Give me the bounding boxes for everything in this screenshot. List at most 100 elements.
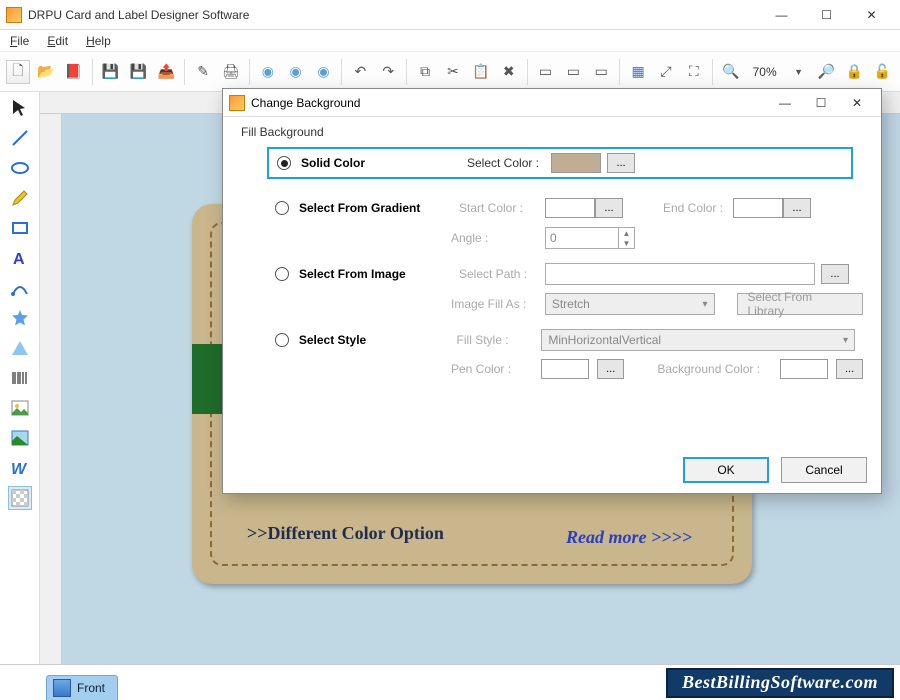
edit-icon[interactable]: ✎: [191, 60, 215, 84]
lock-icon[interactable]: 🔒: [842, 60, 866, 84]
start-color-browse-button[interactable]: ...: [595, 198, 623, 218]
open-red-icon[interactable]: 📕: [62, 60, 86, 84]
layer-icon-3[interactable]: ▭: [589, 60, 613, 84]
grid-icon[interactable]: ▦: [626, 60, 650, 84]
export-icon[interactable]: 📤: [154, 60, 178, 84]
paste-icon[interactable]: 📋: [469, 60, 493, 84]
rectangle-icon[interactable]: [8, 216, 32, 240]
ok-button[interactable]: OK: [683, 457, 769, 483]
zoom-in-icon[interactable]: 🔍: [719, 60, 743, 84]
separator: [341, 59, 342, 85]
end-color-swatch[interactable]: [733, 198, 783, 218]
db-icon-3[interactable]: ◉: [312, 60, 336, 84]
arc-icon[interactable]: [8, 276, 32, 300]
zoom-out-icon[interactable]: 🔎: [815, 60, 839, 84]
pen-color-swatch[interactable]: [541, 359, 589, 379]
select-library-button[interactable]: Select From Library: [737, 293, 864, 315]
radio-gradient[interactable]: [275, 201, 289, 215]
close-button[interactable]: ✕: [849, 1, 894, 29]
tab-front-label: Front: [77, 681, 105, 695]
menu-edit[interactable]: Edit: [47, 34, 68, 48]
picture-icon[interactable]: [8, 396, 32, 420]
angle-label: Angle :: [451, 231, 537, 245]
window-titlebar: DRPU Card and Label Designer Software — …: [0, 0, 900, 30]
style-label: Select Style: [299, 333, 457, 347]
change-background-dialog: Change Background — ☐ ✕ Fill Background …: [222, 88, 882, 494]
size-icon[interactable]: ⤢: [654, 60, 678, 84]
dialog-close-button[interactable]: ✕: [839, 90, 875, 116]
undo-icon[interactable]: ↶: [348, 60, 372, 84]
option-gradient[interactable]: Select From Gradient Start Color : ... E…: [267, 193, 863, 223]
solid-color-swatch[interactable]: [551, 153, 601, 173]
cut-icon[interactable]: ✂: [441, 60, 465, 84]
separator: [184, 59, 185, 85]
layer-icon-2[interactable]: ▭: [561, 60, 585, 84]
solid-color-browse-button[interactable]: ...: [607, 153, 635, 173]
save-as-icon[interactable]: 💾: [126, 60, 150, 84]
pen-color-browse-button[interactable]: ...: [597, 359, 624, 379]
image-library-icon[interactable]: [8, 426, 32, 450]
db-icon-2[interactable]: ◉: [284, 60, 308, 84]
solid-label: Solid Color: [301, 156, 461, 170]
menu-bar: File Edit Help: [0, 30, 900, 52]
line-icon[interactable]: [8, 126, 32, 150]
fillstyle-label: Fill Style :: [457, 333, 542, 347]
path-input[interactable]: [545, 263, 815, 285]
text-icon[interactable]: A: [8, 246, 32, 270]
menu-file[interactable]: File: [10, 34, 29, 48]
svg-text:A: A: [13, 251, 25, 268]
ellipse-icon[interactable]: [8, 156, 32, 180]
radio-style[interactable]: [275, 333, 289, 347]
minimize-button[interactable]: —: [759, 1, 804, 29]
path-browse-button[interactable]: ...: [821, 264, 849, 284]
svg-text:W: W: [11, 461, 28, 478]
resize-icon[interactable]: ⛶: [682, 60, 706, 84]
dialog-footer: OK Cancel: [683, 457, 867, 483]
dialog-minimize-button[interactable]: —: [767, 90, 803, 116]
delete-icon[interactable]: ✖: [497, 60, 521, 84]
zoom-dropdown-icon[interactable]: ▼: [787, 60, 811, 84]
dialog-maximize-button[interactable]: ☐: [803, 90, 839, 116]
fillstyle-select[interactable]: MinHorizontalVertical: [541, 329, 855, 351]
db-icon[interactable]: ◉: [256, 60, 280, 84]
pointer-icon[interactable]: [8, 96, 32, 120]
fillas-label: Image Fill As :: [451, 297, 537, 311]
copy-icon[interactable]: ⧉: [413, 60, 437, 84]
triangle-icon[interactable]: [8, 336, 32, 360]
star-icon[interactable]: [8, 306, 32, 330]
app-icon: [6, 7, 22, 23]
layer-icon[interactable]: ▭: [534, 60, 558, 84]
app-title: DRPU Card and Label Designer Software: [28, 8, 759, 22]
radio-image[interactable]: [275, 267, 289, 281]
bg-color-browse-button[interactable]: ...: [836, 359, 863, 379]
new-icon[interactable]: 🗋: [6, 60, 30, 84]
end-color-browse-button[interactable]: ...: [783, 198, 811, 218]
fillas-select[interactable]: Stretch: [545, 293, 715, 315]
zoom-value[interactable]: 70%: [747, 65, 783, 79]
option-solid-color[interactable]: Solid Color Select Color : ...: [267, 147, 853, 179]
angle-up-icon[interactable]: ▲: [618, 228, 634, 238]
background-icon[interactable]: [8, 486, 32, 510]
cancel-button[interactable]: Cancel: [781, 457, 867, 483]
angle-input[interactable]: 0▲▼: [545, 227, 635, 249]
bg-color-swatch[interactable]: [780, 359, 828, 379]
save-icon[interactable]: 💾: [99, 60, 123, 84]
angle-down-icon[interactable]: ▼: [618, 238, 634, 248]
fillas-value: Stretch: [552, 297, 590, 311]
menu-help[interactable]: Help: [86, 34, 111, 48]
open-icon[interactable]: 📂: [34, 60, 58, 84]
option-image[interactable]: Select From Image Select Path : ...: [267, 259, 863, 289]
separator: [527, 59, 528, 85]
wordart-icon[interactable]: W: [8, 456, 32, 480]
barcode-icon[interactable]: [8, 366, 32, 390]
tab-front[interactable]: Front: [46, 675, 118, 700]
unlock-icon[interactable]: 🔓: [870, 60, 894, 84]
maximize-button[interactable]: ☐: [804, 1, 849, 29]
pencil-icon[interactable]: [8, 186, 32, 210]
start-color-swatch[interactable]: [545, 198, 595, 218]
option-style[interactable]: Select Style Fill Style : MinHorizontalV…: [267, 325, 863, 355]
dialog-titlebar: Change Background — ☐ ✕: [223, 89, 881, 117]
print-icon[interactable]: 🖨: [219, 60, 243, 84]
redo-icon[interactable]: ↷: [376, 60, 400, 84]
radio-solid[interactable]: [277, 156, 291, 170]
